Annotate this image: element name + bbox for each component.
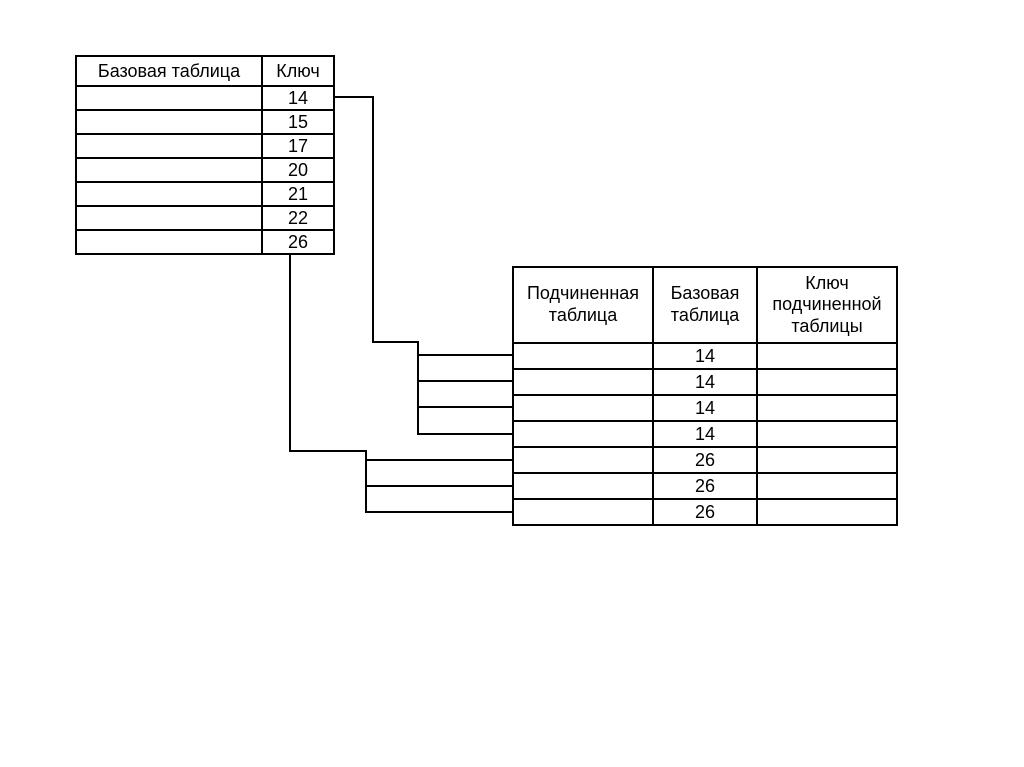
table-header-row: Подчиненная таблица Базовая таблица Ключ… (513, 267, 897, 343)
base-table-header: Базовая таблица (76, 56, 262, 86)
key-cell: 14 (262, 86, 334, 110)
key-cell: 26 (262, 230, 334, 254)
table-header-row: Базовая таблица Ключ (76, 56, 334, 86)
base-table-key-header: Ключ (262, 56, 334, 86)
fk-cell: 14 (653, 421, 757, 447)
sub-table-subkey-header: Ключ подчиненной таблицы (757, 267, 897, 343)
table-row: 21 (76, 182, 334, 206)
key-cell: 21 (262, 182, 334, 206)
key-cell: 20 (262, 158, 334, 182)
table-row: 14 (513, 395, 897, 421)
fk-cell: 14 (653, 369, 757, 395)
key-cell: 22 (262, 206, 334, 230)
key-cell: 15 (262, 110, 334, 134)
fk-cell: 26 (653, 447, 757, 473)
table-row: 20 (76, 158, 334, 182)
table-row: 26 (76, 230, 334, 254)
table-row: 17 (76, 134, 334, 158)
table-row: 22 (76, 206, 334, 230)
sub-table-base-header: Базовая таблица (653, 267, 757, 343)
table-row: 14 (513, 343, 897, 369)
fk-cell: 26 (653, 473, 757, 499)
fk-cell: 26 (653, 499, 757, 525)
base-table: Базовая таблица Ключ 14 15 17 20 21 22 2… (75, 55, 335, 255)
table-row: 26 (513, 473, 897, 499)
key-cell: 17 (262, 134, 334, 158)
subordinate-table: Подчиненная таблица Базовая таблица Ключ… (512, 266, 898, 526)
table-row: 15 (76, 110, 334, 134)
table-row: 26 (513, 447, 897, 473)
fk-cell: 14 (653, 395, 757, 421)
fk-cell: 14 (653, 343, 757, 369)
table-row: 14 (76, 86, 334, 110)
table-row: 14 (513, 369, 897, 395)
table-row: 26 (513, 499, 897, 525)
table-row: 14 (513, 421, 897, 447)
sub-table-sub-header: Подчиненная таблица (513, 267, 653, 343)
